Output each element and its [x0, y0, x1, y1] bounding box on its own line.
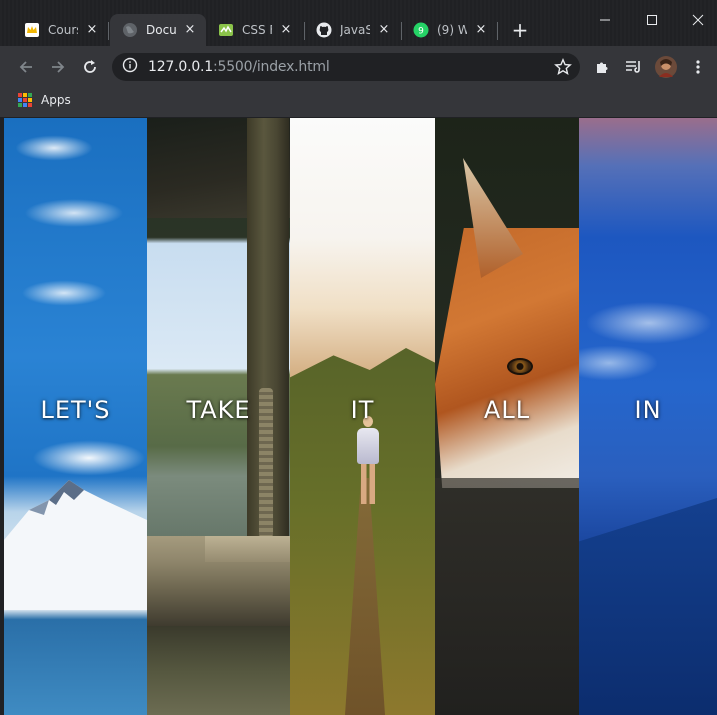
panel-label: IN	[634, 396, 662, 424]
tab-javascript[interactable]: JavaScript ×	[304, 14, 400, 46]
panel-label: ALL	[483, 396, 531, 424]
reload-button[interactable]	[78, 55, 102, 79]
tab-label: Course	[48, 23, 78, 37]
panel-label: IT	[350, 396, 375, 424]
hiker-legs	[361, 464, 375, 504]
bookmark-star-icon[interactable]	[554, 58, 572, 80]
playlist-icon	[626, 61, 640, 73]
close-icon[interactable]: ×	[376, 22, 392, 38]
panel-take[interactable]: TAKE	[147, 118, 290, 715]
reload-icon	[84, 60, 96, 73]
tab-label: Document	[146, 23, 176, 37]
puzzle-icon	[597, 62, 608, 73]
url-host: 127.0.0.1	[148, 59, 213, 75]
close-icon[interactable]: ×	[473, 22, 489, 38]
globe-icon	[122, 22, 138, 38]
dock-step-shape	[205, 536, 290, 562]
panel-in[interactable]: IN	[579, 118, 717, 715]
tab-label: JavaScript	[340, 23, 370, 37]
foreground-blur	[435, 478, 579, 715]
close-window-button[interactable]	[684, 8, 712, 32]
maximize-icon	[647, 15, 657, 25]
apps-bookmark[interactable]: Apps	[18, 93, 71, 107]
bookmarks-bar: Apps	[0, 88, 717, 118]
mountain-ridge	[579, 498, 717, 715]
tab-separator	[108, 22, 109, 40]
panel-label: LET'S	[40, 396, 111, 424]
tab-label: CSS Flex	[242, 23, 272, 37]
close-icon[interactable]: ×	[84, 22, 100, 38]
toolbar: 127.0.0.1:5500/index.html	[0, 46, 717, 88]
water-reflection	[147, 626, 290, 715]
close-icon[interactable]: ×	[278, 22, 294, 38]
more-vert-icon	[696, 60, 700, 74]
address-bar[interactable]: 127.0.0.1:5500/index.html	[112, 53, 580, 81]
panel-label: TAKE	[186, 396, 251, 424]
avatar-icon	[655, 56, 677, 78]
panel-all[interactable]: ALL	[435, 118, 579, 715]
whatsapp-icon: 9	[413, 22, 429, 38]
back-arrow-icon	[19, 61, 32, 73]
tab-separator	[497, 22, 498, 40]
tab-whatsapp[interactable]: 9 (9) WhatsApp ×	[401, 14, 497, 46]
css-icon	[218, 22, 234, 38]
minimize-button[interactable]	[591, 8, 619, 32]
crown-icon	[24, 22, 40, 38]
title-bar: Course × Document × CSS Flex × JavaScrip…	[0, 0, 717, 46]
close-icon[interactable]: ×	[182, 22, 198, 38]
tab-document[interactable]: Document ×	[110, 14, 206, 46]
tab-label: (9) WhatsApp	[437, 23, 467, 37]
info-icon[interactable]	[122, 57, 138, 77]
tab-css-flex[interactable]: CSS Flex ×	[206, 14, 302, 46]
extensions-button[interactable]	[590, 55, 614, 79]
back-button[interactable]	[14, 55, 38, 79]
url-path: :5500/index.html	[213, 59, 330, 75]
fox-eye	[507, 358, 533, 375]
minimize-icon	[600, 19, 610, 21]
forward-arrow-icon	[52, 61, 65, 73]
snowy-mountain-image	[4, 480, 147, 610]
github-icon	[316, 22, 332, 38]
close-window-icon	[692, 14, 704, 26]
maximize-button[interactable]	[638, 8, 666, 32]
panel-it[interactable]: IT	[290, 118, 435, 715]
menu-button[interactable]	[686, 55, 710, 79]
apps-label: Apps	[41, 93, 71, 107]
panels-container: LET'S TAKE IT ALL IN	[4, 118, 717, 715]
whatsapp-badge: 9	[418, 27, 424, 37]
forward-button[interactable]	[46, 55, 70, 79]
url-text[interactable]: 127.0.0.1:5500/index.html	[148, 59, 330, 75]
profile-avatar[interactable]	[654, 55, 678, 79]
media-control-button[interactable]	[622, 55, 646, 79]
apps-grid-icon	[18, 93, 32, 107]
tab-course[interactable]: Course ×	[12, 14, 108, 46]
fox-head	[435, 228, 579, 488]
panel-lets[interactable]: LET'S	[4, 118, 147, 715]
hiker-body	[357, 428, 379, 464]
new-tab-button[interactable]: +	[509, 19, 531, 41]
